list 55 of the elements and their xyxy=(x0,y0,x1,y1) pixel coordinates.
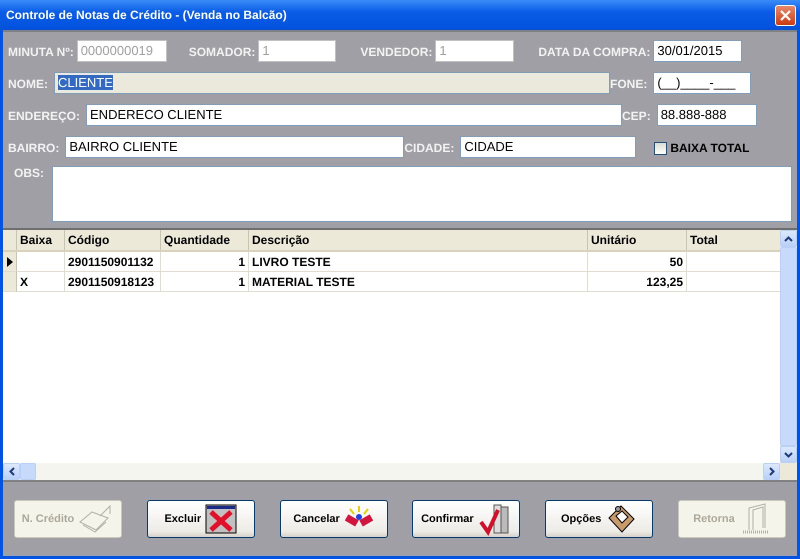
close-button[interactable] xyxy=(775,4,796,26)
chevron-up-icon xyxy=(784,236,793,242)
table-cell: X xyxy=(17,272,65,292)
field-label: ENDEREÇO: xyxy=(8,109,80,125)
table-cell: 1 xyxy=(161,272,249,292)
row-pointer-icon xyxy=(6,256,12,266)
column-header[interactable]: Quantidade xyxy=(161,230,249,250)
action-button[interactable]: Confirmar xyxy=(412,500,520,538)
scroll-up-button[interactable] xyxy=(780,230,797,247)
close-icon xyxy=(779,8,792,22)
field-label: NOME: xyxy=(8,77,48,93)
field-label: VENDEDOR: xyxy=(360,45,432,61)
action-button[interactable]: Cancelar xyxy=(280,500,388,538)
table-cell: 2901150918123 xyxy=(65,272,161,292)
chevron-left-icon xyxy=(8,467,14,476)
table-cell: 1 xyxy=(161,252,249,272)
column-header[interactable]: Descrição xyxy=(249,230,588,250)
field-label: SOMADOR: xyxy=(188,45,256,61)
table-cell: 50 xyxy=(588,252,687,272)
text-field[interactable]: CLIENTE xyxy=(54,72,610,94)
field-label: CEP: xyxy=(622,109,651,125)
action-button[interactable]: Opções xyxy=(545,500,654,538)
text-field[interactable]: (__)____-___ xyxy=(653,72,752,94)
field-label: FONE: xyxy=(610,77,648,93)
column-header[interactable]: Unitário xyxy=(588,230,687,250)
table-cell: 123,25 xyxy=(588,272,687,292)
window-title: Controle de Notas de Crédito - (Venda no Balcão) xyxy=(6,8,287,22)
column-header[interactable]: Baixa xyxy=(17,230,65,250)
field-label: DATA DA COMPRA: xyxy=(538,45,650,61)
text-field[interactable]: ENDERECO CLIENTE xyxy=(86,104,622,126)
action-button[interactable]: Excluir xyxy=(146,500,255,538)
chevron-right-icon xyxy=(768,467,774,476)
column-header[interactable]: Código xyxy=(65,230,161,250)
baixa-total-checkbox[interactable]: BAIXA TOTAL xyxy=(654,141,750,158)
scroll-right-button[interactable] xyxy=(763,463,780,480)
text-field[interactable]: 30/01/2015 xyxy=(653,40,742,62)
scroll-corner xyxy=(780,463,797,480)
chevron-down-icon xyxy=(784,452,793,458)
obs-field[interactable] xyxy=(52,166,792,222)
field-label: OBS: xyxy=(14,166,44,182)
scroll-thumb[interactable] xyxy=(780,247,797,446)
scroll-down-button[interactable] xyxy=(780,446,797,463)
scroll-left-button[interactable] xyxy=(3,463,20,480)
field-label: CIDADE: xyxy=(404,141,454,157)
text-field[interactable]: BAIRRO CLIENTE xyxy=(65,136,404,158)
scroll-thumb[interactable] xyxy=(20,463,36,480)
table-cell: LIVRO TESTE xyxy=(249,252,588,272)
table-cell: MATERIAL TESTE xyxy=(249,272,588,292)
text-field[interactable]: CIDADE xyxy=(460,136,636,158)
window-x-icon xyxy=(205,504,238,534)
row-header[interactable] xyxy=(3,252,17,272)
table-cell: 2901150901132 xyxy=(65,252,161,272)
text-field[interactable]: 88.888-888 xyxy=(656,104,757,126)
field-label: BAIRRO: xyxy=(8,141,60,157)
field-label: MINUTA Nº: xyxy=(8,45,74,61)
